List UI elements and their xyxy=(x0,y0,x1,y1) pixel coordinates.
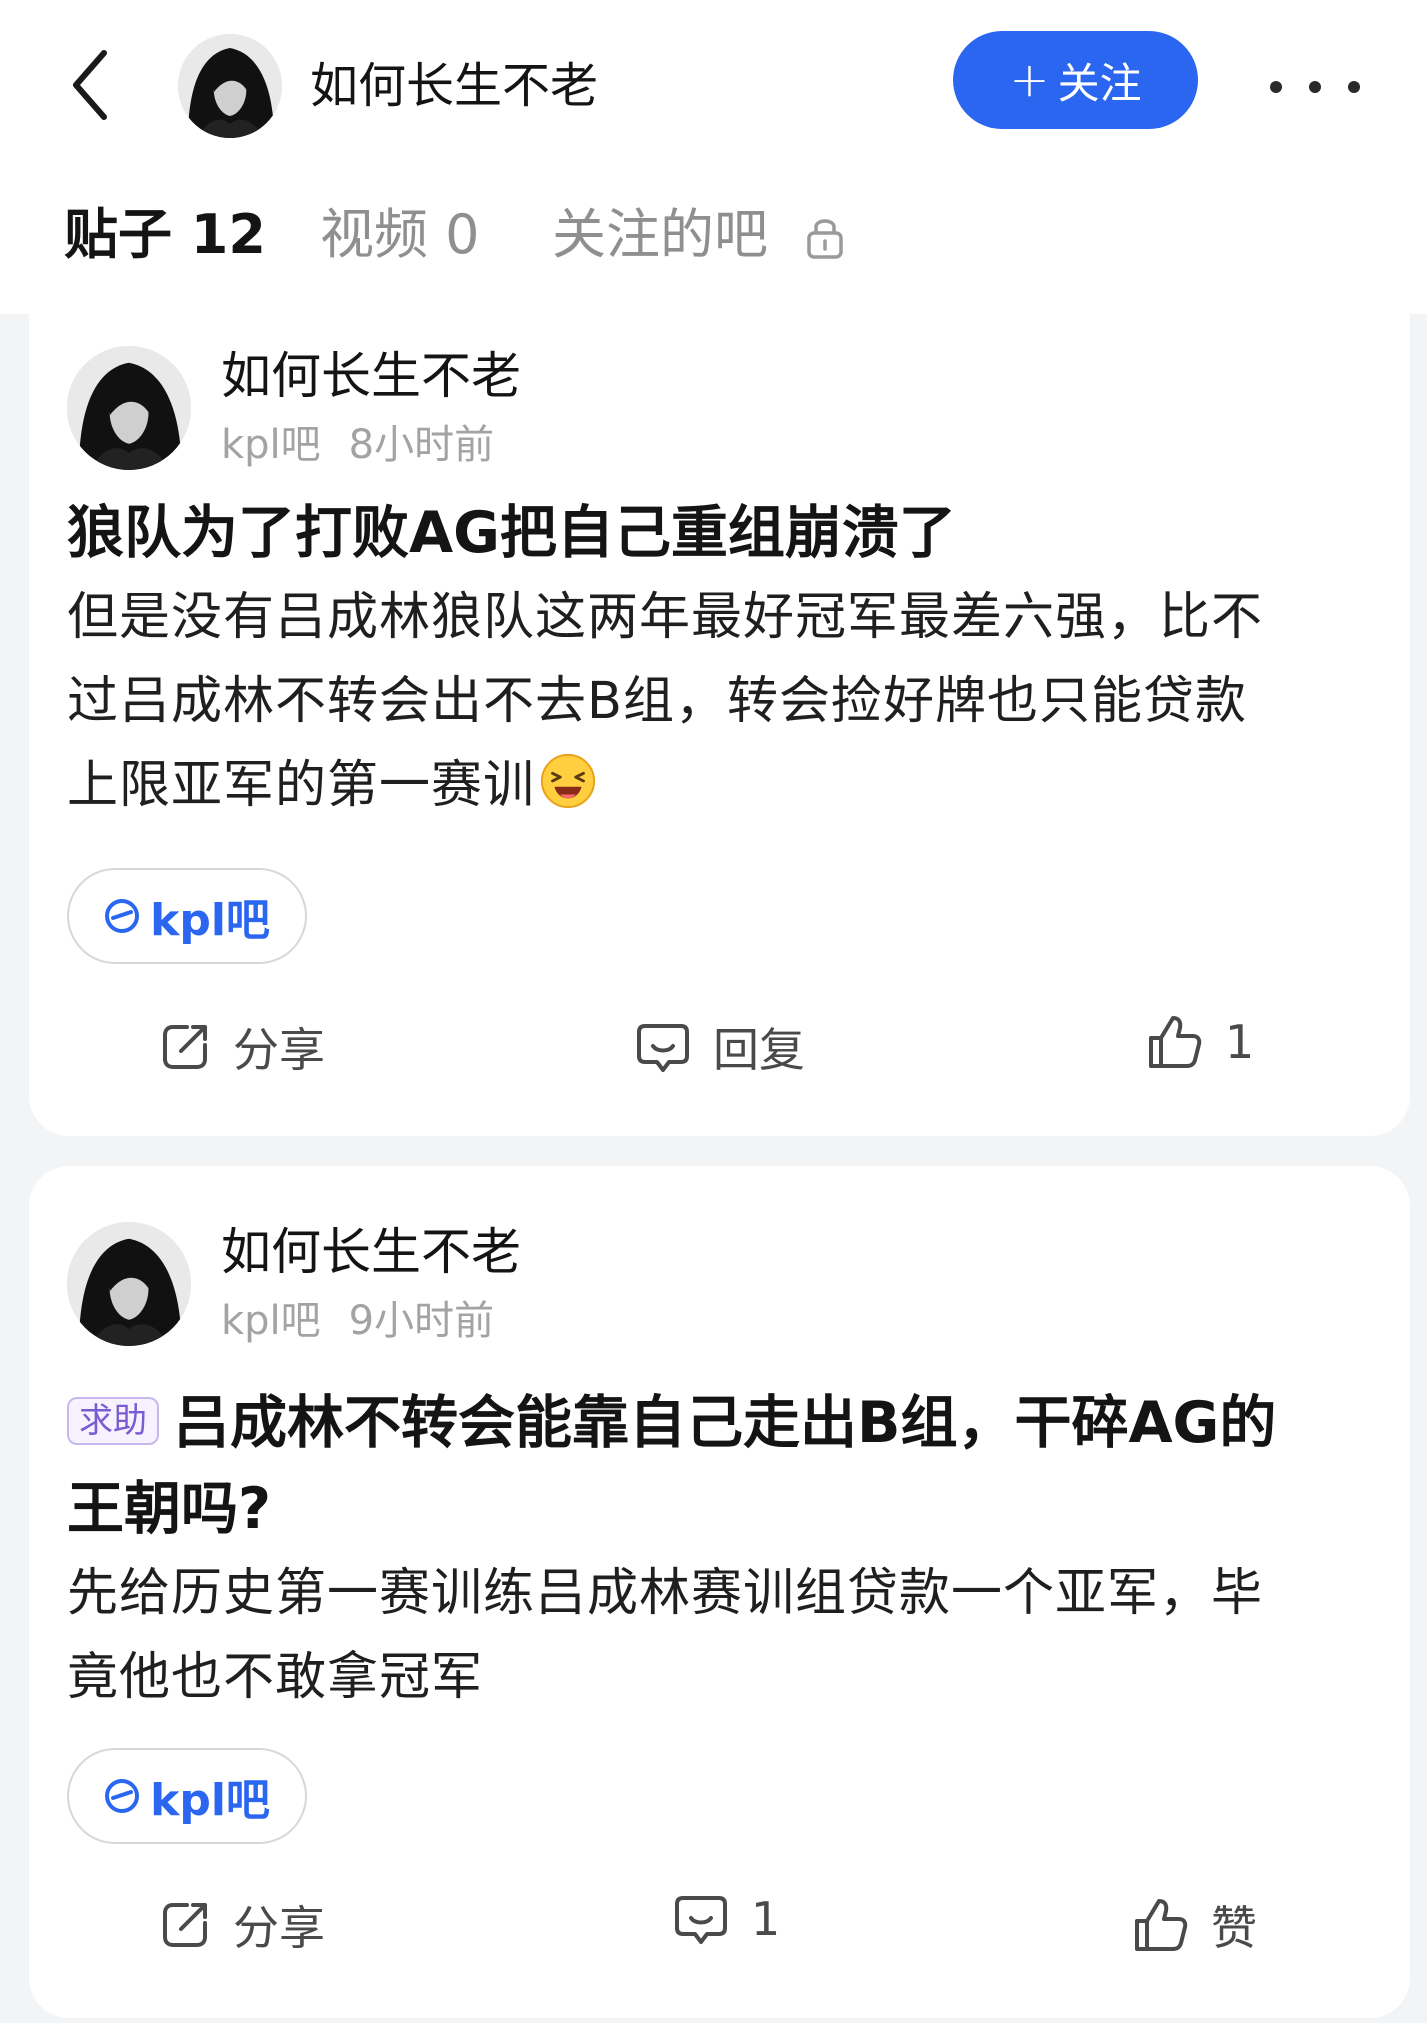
avatar[interactable] xyxy=(67,1222,191,1346)
post-author[interactable]: 如何长生不老 xyxy=(221,344,521,408)
post-title[interactable]: 狼队为了打败AG把自己重组崩溃了 xyxy=(67,490,1387,576)
back-button[interactable] xyxy=(60,40,120,130)
post-title[interactable]: 求助 吕成林不转会能靠自己走出B组，干碎AG的 王朝吗? xyxy=(67,1380,1387,1552)
forum-chip[interactable]: kpl吧 xyxy=(67,1748,307,1844)
plus-icon: + xyxy=(1009,52,1050,108)
tab-label: 视频 0 xyxy=(320,203,480,266)
like-button[interactable]: 1 xyxy=(1147,1014,1254,1070)
post-time: 8小时前 xyxy=(348,422,495,468)
post-title-line: 求助 吕成林不转会能靠自己走出B组，干碎AG的 xyxy=(67,1380,1387,1466)
forum-icon xyxy=(105,1779,140,1813)
post-card[interactable]: 如何长生不老 kpl吧 9小时前 求助 吕成林不转会能靠自己走出B组，干碎AG的 王… xyxy=(29,1166,1410,2018)
like-button[interactable]: 赞 xyxy=(1133,1892,1257,1958)
share-icon xyxy=(163,1903,207,1947)
more-dot-icon xyxy=(1270,81,1282,93)
reply-label: 回复 xyxy=(713,1023,805,1077)
more-options-button[interactable] xyxy=(1270,62,1360,112)
tab-followed-bars[interactable]: 关注的吧 xyxy=(552,190,845,280)
forum-chip-label: kpl吧 xyxy=(150,895,270,946)
forum-icon xyxy=(105,899,140,933)
comment-icon xyxy=(675,1896,727,1944)
post-meta: kpl吧 9小时前 xyxy=(221,1294,494,1348)
forum-chip-label: kpl吧 xyxy=(150,1775,270,1826)
post-body-line-last: 上限亚军的第一赛训 xyxy=(67,744,1387,828)
post-body-line: 但是没有吕成林狼队这两年最好冠军最差六强，比不 xyxy=(67,588,1264,647)
post-title-line: 王朝吗? xyxy=(67,1476,272,1542)
more-dot-icon xyxy=(1348,81,1360,93)
share-label: 分享 xyxy=(233,1023,325,1077)
share-label: 分享 xyxy=(233,1901,325,1955)
more-dot-icon xyxy=(1309,81,1321,93)
tab-label: 关注的吧 xyxy=(552,203,768,266)
chevron-left-icon xyxy=(73,50,107,120)
comment-icon xyxy=(637,1024,689,1072)
profile-tabs: 贴子 12 视频 0 关注的吧 xyxy=(0,190,1427,280)
tab-posts[interactable]: 贴子 12 xyxy=(64,190,266,280)
reply-button[interactable]: 回复 xyxy=(635,1014,805,1080)
thumbs-up-icon xyxy=(1135,1899,1188,1951)
post-body[interactable]: 先给历史第一赛训练吕成林赛训组贷款一个亚军，毕 竟他也不敢拿冠军 xyxy=(67,1552,1387,1720)
post-title-text: 吕成林不转会能靠自己走出B组，干碎AG的 xyxy=(173,1390,1277,1456)
tab-videos[interactable]: 视频 0 xyxy=(320,190,480,280)
profile-username: 如何长生不老 xyxy=(310,58,599,114)
reply-button[interactable]: 1 xyxy=(673,1892,780,1946)
post-author[interactable]: 如何长生不老 xyxy=(221,1220,521,1284)
like-label: 赞 xyxy=(1211,1901,1257,1955)
share-button[interactable]: 分享 xyxy=(159,1014,325,1080)
tab-label: 贴子 12 xyxy=(64,203,266,266)
forum-chip[interactable]: kpl吧 xyxy=(67,868,307,964)
laughing-face-emoji-icon xyxy=(540,753,596,809)
post-forum[interactable]: kpl吧 xyxy=(221,422,321,468)
help-tag-badge: 求助 xyxy=(67,1397,159,1445)
follow-label: 关注 xyxy=(1057,58,1142,108)
avatar[interactable] xyxy=(67,346,191,470)
share-icon xyxy=(163,1025,207,1069)
post-forum[interactable]: kpl吧 xyxy=(221,1298,321,1344)
post-body-line: 过吕成林不转会出不去B组，转会捡好牌也只能贷款 xyxy=(67,672,1247,731)
share-button[interactable]: 分享 xyxy=(159,1892,325,1958)
post-card[interactable]: 如何长生不老 kpl吧 8小时前 狼队为了打败AG把自己重组崩溃了 但是没有吕成林… xyxy=(29,290,1410,1136)
post-body-line: 先给历史第一赛训练吕成林赛训组贷款一个亚军，毕 xyxy=(67,1564,1264,1623)
profile-header: 如何长生不老 + 关注 贴子 12 视频 0 关注的吧 xyxy=(0,0,1427,314)
reply-count: 1 xyxy=(751,1892,781,1946)
like-count: 1 xyxy=(1225,1015,1255,1069)
post-body-line: 竟他也不敢拿冠军 xyxy=(67,1648,484,1707)
thumbs-up-icon xyxy=(1149,1016,1202,1068)
lock-icon xyxy=(807,219,843,260)
post-time: 9小时前 xyxy=(348,1298,495,1344)
post-body-line: 上限亚军的第一赛训 xyxy=(67,756,536,815)
post-meta: kpl吧 8小时前 xyxy=(221,418,494,472)
follow-button[interactable]: + 关注 xyxy=(953,31,1198,129)
post-body[interactable]: 但是没有吕成林狼队这两年最好冠军最差六强，比不 过吕成林不转会出不去B组，转会捡… xyxy=(67,576,1387,828)
avatar[interactable] xyxy=(178,34,282,138)
